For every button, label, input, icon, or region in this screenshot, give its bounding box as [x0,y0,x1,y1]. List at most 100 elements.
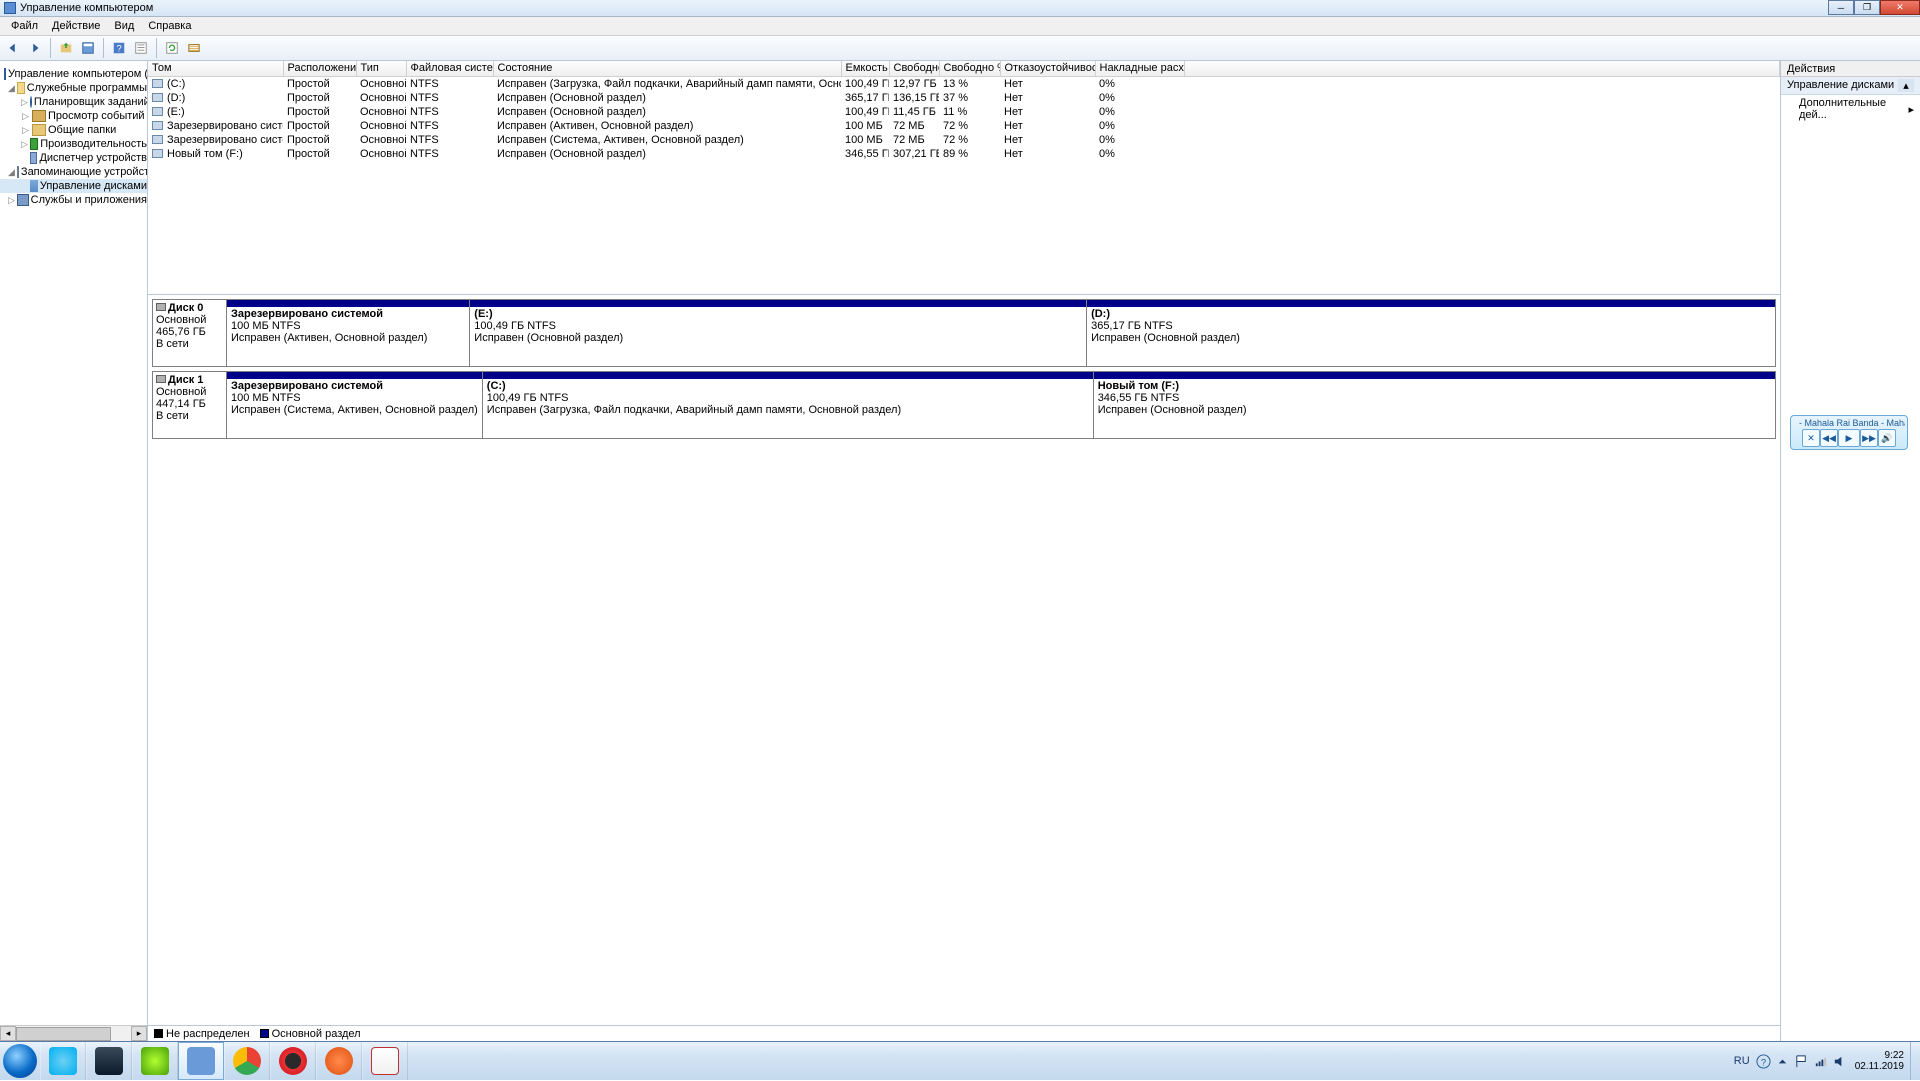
media-prev-button[interactable]: ◀◀ [1820,429,1838,447]
table-row[interactable]: (C:)ПростойОсновнойNTFSИсправен (Загрузк… [148,76,1780,91]
tray-clock[interactable]: 9:2202.11.2019 [1849,1050,1910,1072]
disk-partition[interactable]: Новый том (F:)346,55 ГБ NTFSИсправен (Ос… [1094,372,1775,438]
maximize-button[interactable]: ❐ [1854,0,1880,15]
close-button[interactable]: ✕ [1880,0,1920,15]
menu-help[interactable]: Справка [141,20,198,32]
table-row[interactable]: (E:)ПростойОсновнойNTFSИсправен (Основно… [148,105,1780,119]
taskbar-app-steam[interactable] [86,1042,132,1080]
menu-bar: Файл Действие Вид Справка [0,17,1920,36]
tree-storage[interactable]: ◢Запоминающие устройст [0,165,147,179]
table-row[interactable]: Зарезервировано системойПростойОсновнойN… [148,133,1780,147]
disk-row: Диск 0Основной465,76 ГБВ сетиЗарезервиро… [152,299,1776,367]
menu-action[interactable]: Действие [45,20,107,32]
tree-services[interactable]: ▷Службы и приложения [0,193,147,207]
tray-language[interactable]: RU [1730,1055,1754,1067]
col-capacity[interactable]: Емкость [841,61,889,76]
disk-partition[interactable]: Зарезервировано системой100 МБ NTFSИспра… [227,372,483,438]
toolbar-separator [50,38,51,58]
col-free-pct[interactable]: Свободно % [939,61,1000,76]
svg-text:?: ? [1761,1057,1766,1067]
col-spacer [1184,61,1780,76]
taskbar-app-chrome[interactable] [224,1042,270,1080]
tree-performance[interactable]: ▷Производительность [0,137,147,151]
scroll-right-button[interactable]: ▸ [131,1026,147,1041]
disk-partition[interactable]: (C:)100,49 ГБ NTFSИсправен (Загрузка, Фа… [483,372,1094,438]
show-desktop-button[interactable] [1910,1042,1918,1080]
tree-shared-folders[interactable]: ▷Общие папки [0,123,147,137]
menu-view[interactable]: Вид [107,20,141,32]
media-play-button[interactable]: ▶ [1838,429,1860,447]
tree-disk-management[interactable]: Управление дисками [0,179,147,193]
taskbar-app-browser2[interactable] [316,1042,362,1080]
media-mute-button[interactable]: ✕ [1802,429,1820,447]
start-button[interactable] [0,1042,40,1081]
browser-icon [325,1047,353,1075]
toolbar-btn-view[interactable] [77,37,99,59]
tree-scheduler[interactable]: ▷Планировщик заданий [0,95,147,109]
table-row[interactable]: Новый том (F:)ПростойОсновнойNTFSИсправе… [148,147,1780,161]
taskbar-app-skype[interactable] [40,1042,86,1080]
tray-chevron-icon[interactable] [1775,1054,1790,1069]
actions-caret-icon[interactable]: ▴ [1898,79,1914,92]
disk-icon [156,375,166,383]
windows-orb-icon [3,1044,37,1078]
volume-tray-icon[interactable] [1832,1054,1847,1069]
col-free[interactable]: Свободно [889,61,939,76]
taskbar-app-opera[interactable] [270,1042,316,1080]
col-fs[interactable]: Файловая система [406,61,493,76]
toolbar-btn-refresh[interactable] [161,37,183,59]
tree-device-manager[interactable]: Диспетчер устройств [0,151,147,165]
app-icon [4,2,16,14]
forward-button[interactable] [24,37,46,59]
disk-info: Диск 1Основной447,14 ГБВ сети [153,372,227,438]
menu-file[interactable]: Файл [4,20,45,32]
scroll-left-button[interactable]: ◂ [0,1026,16,1041]
media-next-button[interactable]: ▶▶ [1860,429,1878,447]
media-player-widget[interactable]: - Mahala Rai Banda - Mahala ✕ ◀◀ ▶ ▶▶ 🔊 [1790,415,1908,450]
disk-partition[interactable]: (D:)365,17 ГБ NTFSИсправен (Основной раз… [1087,300,1775,366]
table-row[interactable]: (D:)ПростойОсновнойNTFSИсправен (Основно… [148,91,1780,105]
toolbar-btn-export[interactable] [55,37,77,59]
scroll-thumb[interactable] [16,1027,111,1041]
minimize-button[interactable]: ─ [1828,0,1854,15]
taskbar-app-aimp[interactable] [362,1042,408,1080]
tree-hscroll[interactable]: ◂ ▸ [0,1025,147,1041]
taskbar-app-mmc[interactable] [178,1042,224,1080]
tree-events[interactable]: ▷Просмотр событий [0,109,147,123]
steam-icon [95,1047,123,1075]
volume-icon [152,93,163,102]
help-tray-icon[interactable]: ? [1756,1054,1771,1069]
network-tray-icon[interactable] [1813,1054,1828,1069]
taskbar-app-utorrent[interactable] [132,1042,178,1080]
actions-group-disk[interactable]: Управление дисками▴ [1781,77,1920,95]
scroll-track[interactable] [16,1026,131,1041]
chevron-right-icon: ▸ [1908,103,1914,116]
opera-icon [279,1047,307,1075]
actions-more-actions[interactable]: Дополнительные дей...▸ [1781,95,1920,123]
disk-partition[interactable]: (E:)100,49 ГБ NTFSИсправен (Основной раз… [470,300,1087,366]
legend-primary: Основной раздел [260,1028,361,1040]
toolbar-btn-list[interactable] [183,37,205,59]
skype-icon [49,1047,77,1075]
toolbar-btn-props[interactable] [130,37,152,59]
flag-tray-icon[interactable] [1794,1054,1809,1069]
col-layout[interactable]: Расположение [283,61,356,76]
col-type[interactable]: Тип [356,61,406,76]
tree-system-tools[interactable]: ◢Служебные программы [0,81,147,95]
back-button[interactable] [2,37,24,59]
media-vol-button[interactable]: 🔊 [1878,429,1896,447]
col-state[interactable]: Состояние [493,61,841,76]
utorrent-icon [141,1047,169,1075]
disk-partition[interactable]: Зарезервировано системой100 МБ NTFSИспра… [227,300,470,366]
chrome-icon [233,1047,261,1075]
toolbar-btn-help[interactable]: ? [108,37,130,59]
media-track-title: - Mahala Rai Banda - Mahala [1799,418,1905,428]
table-row[interactable]: Зарезервировано системойПростойОсновнойN… [148,119,1780,133]
col-overhead[interactable]: Накладные расходы [1095,61,1184,76]
col-fault[interactable]: Отказоустойчивость [1000,61,1095,76]
toolbar-separator [103,38,104,58]
col-volume[interactable]: Том [148,61,283,76]
toolbar-separator [156,38,157,58]
tree-root[interactable]: Управление компьютером (л [0,67,147,81]
legend: Не распределен Основной раздел [148,1025,1780,1041]
